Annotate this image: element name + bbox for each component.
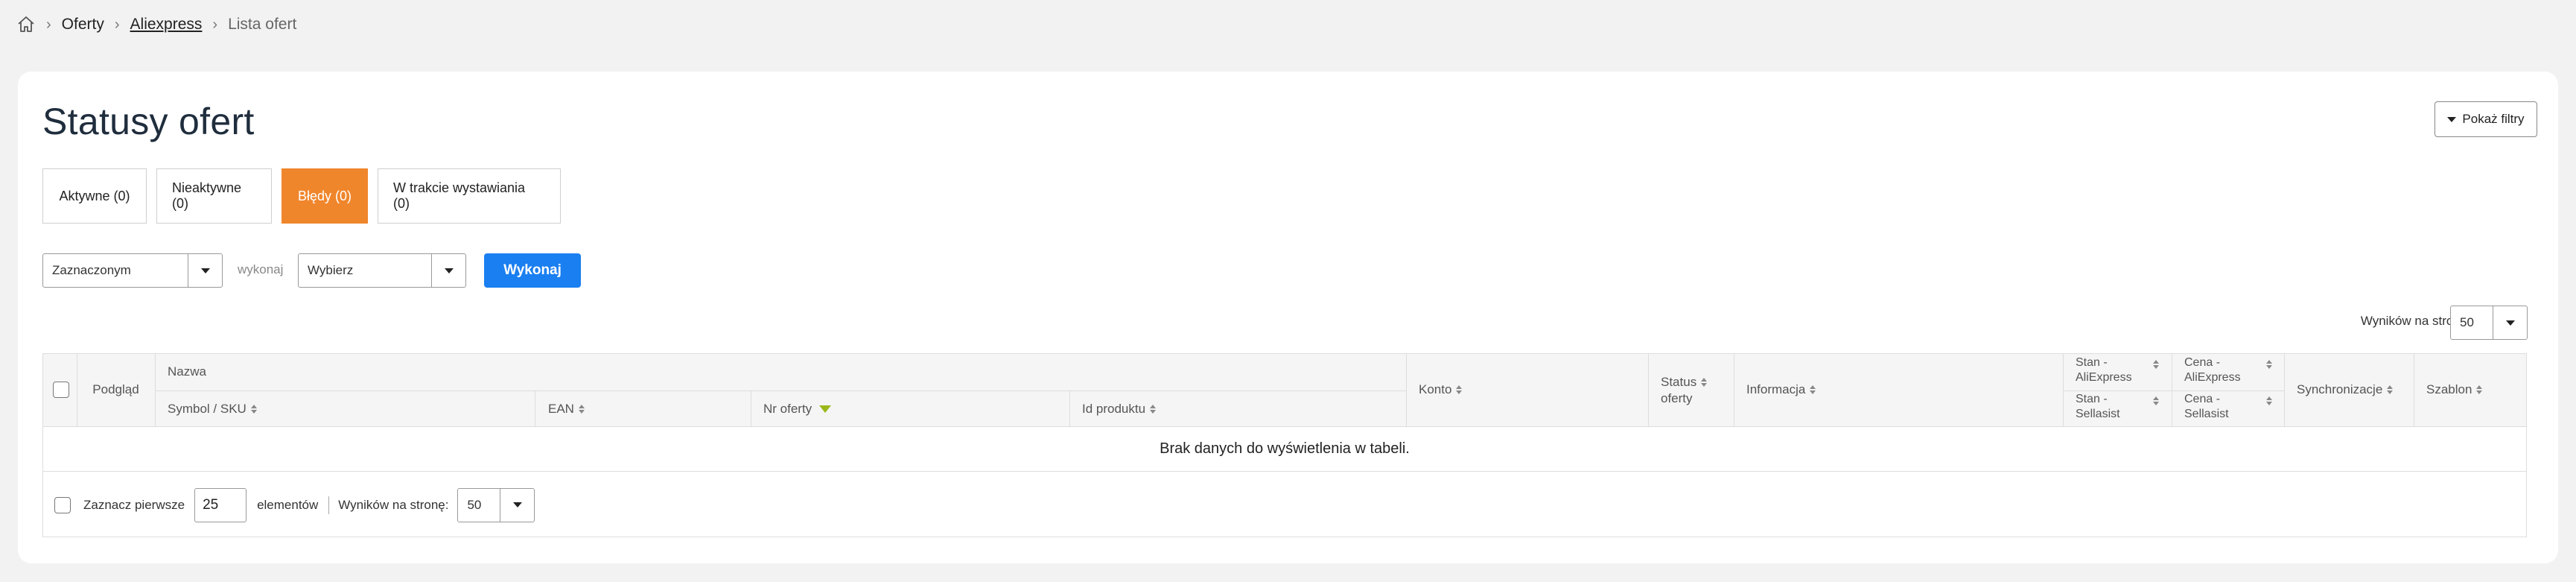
header-template[interactable]: Szablon — [2426, 382, 2483, 397]
scope-select[interactable]: Zaznaczonym — [42, 253, 223, 288]
show-filters-button[interactable]: Pokaż filtry — [2435, 101, 2537, 137]
header-offer-no[interactable]: Nr oferty — [763, 402, 832, 417]
footer-per-page-value: 50 — [467, 497, 482, 512]
sort-icon — [2266, 360, 2272, 369]
sort-icon — [1810, 385, 1816, 394]
sort-icon — [1701, 378, 1708, 387]
header-account-label: Konto — [1419, 382, 1452, 396]
header-price-aliexpress[interactable]: Cena - AliExpress — [2184, 355, 2272, 385]
header-stock-sel-2: Sellasist — [2076, 408, 2120, 420]
chevron-right-icon: › — [46, 16, 51, 33]
execute-label: wykonaj — [238, 262, 284, 276]
select-first-label: Zaznacz pierwsze — [83, 497, 185, 512]
footer-per-page-label: Wyników na stronę: — [338, 497, 449, 512]
home-icon[interactable] — [16, 15, 36, 34]
sort-icon — [1456, 385, 1463, 394]
page-title: Statusy ofert — [42, 101, 255, 142]
header-status[interactable]: Status oferty — [1661, 374, 1708, 407]
scope-select-value: Zaznaczonym — [52, 263, 131, 277]
header-sync[interactable]: Synchronizacje — [2297, 382, 2394, 397]
header-info[interactable]: Informacja — [1746, 382, 1816, 397]
header-price-ali-1: Cena - — [2184, 356, 2221, 369]
header-product-id-label: Id produktu — [1082, 402, 1146, 416]
per-page-value: 50 — [2460, 315, 2474, 329]
header-name: Nazwa — [168, 364, 206, 379]
header-account[interactable]: Konto — [1419, 382, 1463, 397]
chevron-down-icon — [188, 254, 222, 287]
header-price-ali-2: AliExpress — [2184, 371, 2241, 384]
header-template-label: Szablon — [2426, 382, 2472, 396]
select-all-checkbox[interactable] — [53, 382, 69, 398]
header-stock-ali-2: AliExpress — [2076, 371, 2132, 384]
header-price-sellasist[interactable]: Cena - Sellasist — [2184, 392, 2272, 422]
show-filters-label: Pokaż filtry — [2462, 112, 2525, 126]
status-tabs: Aktywne (0) Nieaktywne (0) Błędy (0) W t… — [42, 168, 561, 224]
breadcrumb: › Oferty › Aliexpress › Lista ofert — [16, 12, 296, 37]
table-header: Podgląd Nazwa Symbol / SKU EAN Nr oferty… — [43, 354, 2526, 427]
tab-in-progress[interactable]: W trakcie wystawiania (0) — [378, 168, 561, 224]
select-first-checkbox[interactable] — [54, 496, 71, 513]
sort-icon — [2153, 360, 2159, 369]
sort-icon — [2266, 396, 2272, 405]
execute-button[interactable]: Wykonaj — [484, 253, 581, 288]
header-ean[interactable]: EAN — [548, 402, 585, 417]
sort-icon — [250, 405, 257, 414]
breadcrumb-item-current: Lista ofert — [228, 16, 297, 33]
header-ean-label: EAN — [548, 402, 574, 416]
header-symbol[interactable]: Symbol / SKU — [168, 402, 257, 417]
chevron-down-icon — [500, 488, 534, 522]
header-symbol-label: Symbol / SKU — [168, 402, 247, 416]
sort-icon — [2476, 385, 2483, 394]
chevron-down-icon — [431, 254, 465, 287]
header-preview: Podgląd — [92, 382, 139, 396]
chevron-right-icon: › — [114, 16, 120, 33]
divider — [328, 496, 330, 514]
select-first-input[interactable]: 25 — [194, 487, 247, 522]
header-offer-no-label: Nr oferty — [763, 402, 812, 416]
breadcrumb-item-offers[interactable]: Oferty — [62, 16, 104, 34]
offers-table: Podgląd Nazwa Symbol / SKU EAN Nr oferty… — [42, 353, 2527, 537]
sort-desc-icon — [819, 405, 832, 413]
header-status-label-2: oferty — [1661, 391, 1693, 405]
footer-per-page-select[interactable]: 50 — [457, 487, 535, 522]
header-price-sel-1: Cena - — [2184, 393, 2221, 405]
header-sync-label: Synchronizacje — [2297, 382, 2383, 396]
chevron-right-icon: › — [212, 16, 218, 33]
elements-label: elementów — [257, 497, 319, 512]
breadcrumb-item-aliexpress[interactable]: Aliexpress — [130, 16, 203, 34]
chevron-down-icon — [2493, 306, 2527, 339]
tab-inactive[interactable]: Nieaktywne (0) — [156, 168, 272, 224]
per-page-select[interactable]: 50 — [2450, 306, 2528, 340]
sort-icon — [578, 405, 585, 414]
header-info-label: Informacja — [1746, 382, 1806, 396]
sort-icon — [2387, 385, 2394, 394]
tab-active[interactable]: Aktywne (0) — [42, 168, 147, 224]
header-stock-sel-1: Stan - — [2076, 393, 2108, 405]
action-select[interactable]: Wybierz — [298, 253, 466, 288]
sort-icon — [2153, 396, 2159, 405]
main-card: Statusy ofert Pokaż filtry Aktywne (0) N… — [18, 72, 2558, 563]
header-stock-ali-1: Stan - — [2076, 356, 2108, 369]
action-select-value: Wybierz — [308, 263, 354, 277]
header-stock-sellasist[interactable]: Stan - Sellasist — [2076, 392, 2159, 422]
sort-icon — [1150, 405, 1157, 414]
header-price-sel-2: Sellasist — [2184, 408, 2229, 420]
tab-errors[interactable]: Błędy (0) — [282, 168, 368, 224]
header-status-label-1: Status — [1661, 375, 1697, 389]
caret-down-icon — [2447, 116, 2457, 122]
table-footer: Zaznacz pierwsze 25 elementów Wyników na… — [43, 472, 2526, 538]
header-product-id[interactable]: Id produktu — [1082, 402, 1157, 417]
empty-table-message: Brak danych do wyświetlenia w tabeli. — [43, 427, 2526, 472]
header-stock-aliexpress[interactable]: Stan - AliExpress — [2076, 355, 2159, 385]
